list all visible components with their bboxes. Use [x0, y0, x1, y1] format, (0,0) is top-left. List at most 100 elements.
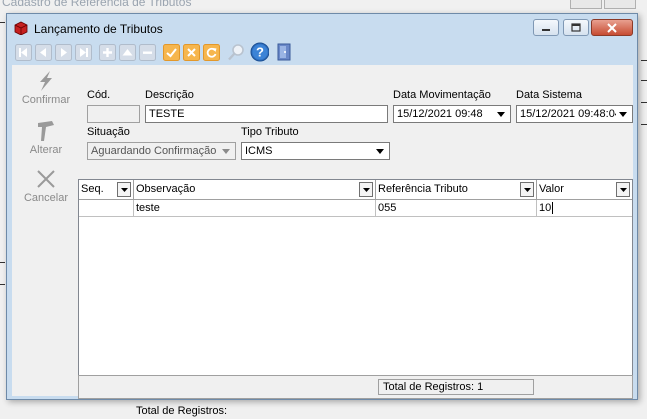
grid-header: Seq. Observação Referência Tributo Valor — [79, 180, 632, 200]
confirm-side-label: Confirmar — [21, 94, 71, 106]
cancel-icon — [183, 43, 200, 61]
data-movimentacao-dropdown-button[interactable] — [494, 106, 508, 122]
remove-button[interactable] — [138, 42, 157, 62]
column-header-referencia[interactable]: Referência Tributo — [376, 180, 537, 199]
cell-valor-text: 10 — [539, 202, 552, 214]
cell-valor-editing[interactable]: 10 — [537, 200, 632, 217]
cod-field[interactable] — [87, 105, 140, 123]
exit-button[interactable] — [274, 42, 293, 62]
data-sistema-dropdown-button[interactable] — [616, 106, 630, 122]
minimize-button[interactable] — [533, 19, 559, 36]
refresh-button[interactable] — [202, 42, 221, 62]
cell-seq[interactable] — [79, 200, 134, 217]
tipo-tributo-select[interactable]: ICMS — [241, 142, 390, 160]
cancel-side-button[interactable]: Cancelar — [18, 168, 74, 204]
chevron-down-icon — [376, 148, 384, 154]
situacao-value: Aguardando Confirmação — [91, 145, 217, 157]
exit-door-icon — [277, 43, 291, 61]
cancel-toolbar-button[interactable] — [182, 42, 201, 62]
dialog-titlebar[interactable]: Lançamento de Tributos — [7, 14, 637, 41]
toolbar: ? — [12, 41, 633, 65]
add-icon — [99, 43, 116, 61]
background-divider — [641, 80, 647, 81]
up-icon — [119, 43, 136, 61]
lancamento-dialog: Lançamento de Tributos ? Confirmar Alter… — [6, 13, 638, 400]
situacao-dropdown-button[interactable] — [219, 143, 233, 159]
cod-label: Cód. — [87, 89, 111, 101]
edit-side-label: Alterar — [29, 144, 63, 156]
add-button[interactable] — [98, 42, 117, 62]
previous-record-icon — [35, 43, 52, 61]
data-movimentacao-label: Data Movimentação — [393, 89, 491, 101]
background-maximize-button[interactable] — [570, 0, 602, 9]
background-divider — [0, 262, 5, 263]
up-button[interactable] — [118, 42, 137, 62]
column-header-seq[interactable]: Seq. — [79, 180, 134, 199]
chevron-down-icon — [619, 187, 627, 192]
help-icon: ? — [250, 42, 269, 62]
situacao-select[interactable]: Aguardando Confirmação — [87, 142, 236, 160]
cell-referencia[interactable]: 055 — [376, 200, 537, 217]
background-total-label: Total de Registros: — [136, 405, 228, 417]
chevron-down-icon — [120, 187, 128, 192]
descricao-label: Descrição — [145, 89, 194, 101]
search-icon — [228, 44, 244, 61]
column-header-label: Referência Tributo — [378, 183, 468, 195]
help-button[interactable]: ? — [250, 42, 269, 62]
cancel-side-label: Cancelar — [23, 192, 69, 204]
column-filter-button[interactable] — [520, 182, 534, 197]
app-cube-icon — [14, 21, 28, 35]
data-sistema-picker[interactable]: 15/12/2021 09:48:04 — [516, 105, 633, 123]
search-button[interactable] — [226, 42, 245, 62]
check-icon — [163, 43, 180, 61]
maximize-button[interactable] — [563, 19, 589, 36]
remove-icon — [139, 43, 156, 61]
column-filter-button[interactable] — [359, 182, 373, 197]
next-record-icon — [55, 43, 72, 61]
last-record-button[interactable] — [74, 42, 93, 62]
column-header-label: Valor — [539, 183, 564, 195]
tipo-tributo-label: Tipo Tributo — [241, 126, 299, 138]
refresh-icon — [203, 43, 220, 61]
cell-observacao[interactable]: teste — [134, 200, 376, 217]
column-filter-button[interactable] — [117, 182, 131, 197]
column-header-observacao[interactable]: Observação — [134, 180, 376, 199]
background-divider — [641, 124, 647, 125]
column-header-valor[interactable]: Valor — [537, 180, 632, 199]
background-divider — [0, 22, 5, 23]
background-close-button[interactable] — [604, 0, 636, 9]
tipo-tributo-dropdown-button[interactable] — [373, 143, 387, 159]
maximize-icon — [571, 23, 581, 32]
tributos-grid: Seq. Observação Referência Tributo Valor… — [78, 179, 633, 399]
background-window-title: Cadastro de Referencia de Tributos — [2, 0, 192, 9]
grid-footer: Total de Registros: 1 — [78, 375, 633, 399]
dialog-title: Lançamento de Tributos — [34, 22, 163, 36]
close-button[interactable] — [591, 19, 633, 36]
previous-record-button[interactable] — [34, 42, 53, 62]
hammer-icon — [38, 121, 54, 141]
background-divider — [641, 102, 647, 103]
chevron-down-icon — [222, 148, 230, 154]
edit-side-button[interactable]: Alterar — [18, 120, 74, 156]
first-record-icon — [15, 43, 32, 61]
situacao-label: Situação — [87, 126, 130, 138]
chevron-down-icon — [523, 187, 531, 192]
close-icon — [607, 22, 617, 33]
column-filter-button[interactable] — [616, 182, 630, 197]
confirm-side-button[interactable]: Confirmar — [18, 70, 74, 106]
data-sistema-label: Data Sistema — [516, 89, 583, 101]
confirm-toolbar-button[interactable] — [162, 42, 181, 62]
minimize-icon — [542, 28, 550, 31]
tipo-tributo-value: ICMS — [245, 145, 273, 157]
next-record-button[interactable] — [54, 42, 73, 62]
svg-text:?: ? — [256, 45, 264, 60]
total-registros: Total de Registros: 1 — [378, 379, 534, 395]
descricao-field[interactable]: TESTE — [145, 105, 388, 123]
lightning-icon — [40, 71, 52, 91]
data-movimentacao-picker[interactable]: 15/12/2021 09:48 — [393, 105, 511, 123]
last-record-icon — [75, 43, 92, 61]
first-record-button[interactable] — [14, 42, 33, 62]
chevron-down-icon — [362, 187, 370, 192]
background-divider — [641, 60, 647, 61]
column-header-label: Seq. — [81, 183, 104, 195]
